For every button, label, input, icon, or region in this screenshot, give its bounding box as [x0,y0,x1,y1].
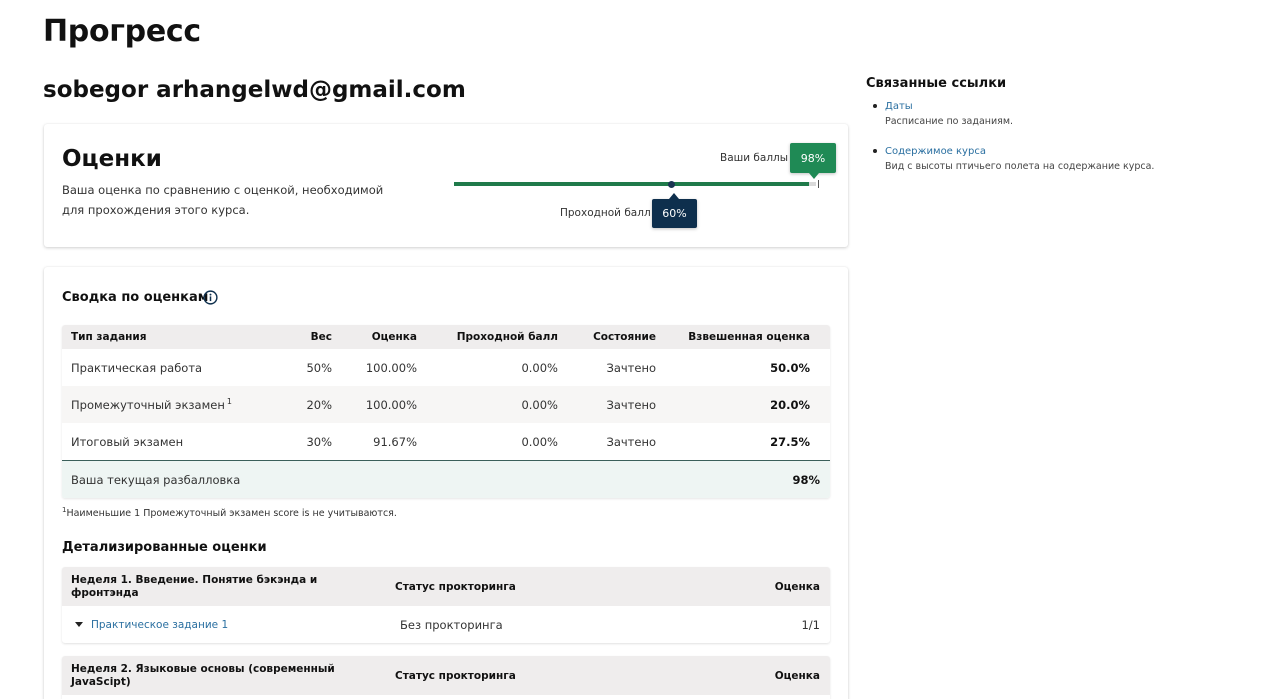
row-weighted: 27.5% [770,434,810,449]
passing-grade-tooltip: 60% [652,193,697,228]
total-row: Ваша текущая разбалловка 98% [62,460,830,498]
caret-down-icon[interactable] [75,622,83,627]
row-footnote-marker: 1 [226,397,232,407]
summary-footnote: 1Наименьшие 1 Промежуточный экзамен scor… [62,506,397,519]
related-link-item: Содержимое курса Вид с высоты птичьего п… [873,145,1154,175]
user-score-tooltip: 98% [790,143,836,179]
grades-title: Оценки [62,146,162,172]
row-weight: 50% [306,360,332,375]
row-weight: 30% [306,434,332,449]
week-section: Неделя 1. Введение. Понятие бэкэнда и фр… [62,567,830,643]
assignment-cell: Практическое задание 1 [62,619,386,631]
total-value: 98% [792,472,820,487]
row-type-cell: Промежуточный экзамен 1 [62,397,282,412]
assignment-grade: 1/1 [801,617,820,632]
page-title: Прогресс [43,14,201,49]
user-score-label: Ваши баллы [720,152,789,164]
footnote-text: Наименьшие 1 Промежуточный экзамен score… [66,508,397,520]
grade-bar-end-tick [818,180,819,188]
row-weighted: 20.0% [770,397,810,412]
proctoring-header: Статус прокторинга [395,580,516,593]
passing-grade-label: Проходной балл [560,207,651,219]
assignment-row: Практическое задание 1 Без прокторинга 1… [62,606,830,643]
header-assignment-type: Тип задания [71,331,147,343]
dates-link[interactable]: Даты [885,100,1154,113]
row-grade: 100.00% [365,397,417,412]
dates-description: Расписание по заданиям. [885,116,1014,127]
header-status: Состояние [593,331,656,343]
row-passing: 0.00% [521,360,558,375]
grade-header: Оценка [774,580,820,593]
week-header: Неделя 2. Языковые основы (современный J… [62,656,830,695]
passing-grade-marker [668,181,676,188]
header-weight: Вес [310,331,332,343]
table-header-row: Тип задания Вес Оценка Проходной балл Со… [62,325,830,349]
grade-progress-fill [454,182,809,186]
row-grade: 100.00% [365,360,417,375]
row-passing: 0.00% [521,397,558,412]
table-row: Итоговый экзамен 30% 91.67% 0.00% Зачтен… [62,423,830,460]
course-outline-description: Вид с высоты птичьего полета на содержан… [885,161,1155,172]
course-outline-link[interactable]: Содержимое курса [885,145,1154,158]
row-passing: 0.00% [521,434,558,449]
assignment-link[interactable]: Практическое задание 1 [91,619,228,631]
table-row: Промежуточный экзамен 1 20% 100.00% 0.00%… [62,386,830,423]
grade-header: Оценка [774,669,820,682]
grade-summary-table: Тип задания Вес Оценка Проходной балл Со… [62,325,830,498]
week-name: Неделя 2. Языковые основы (современный J… [71,662,335,688]
week-name: Неделя 1. Введение. Понятие бэкэнда и фр… [71,573,318,599]
header-passing-grade: Проходной балл [456,331,558,343]
row-weight: 20% [306,397,332,412]
related-link-item: Даты Расписание по заданиям. [873,100,1154,145]
row-weighted: 50.0% [770,360,810,375]
row-status: Зачтено [606,434,656,449]
table-row: Практическая работа 50% 100.00% 0.00% За… [62,349,830,386]
related-links-title: Связанные ссылки [866,76,1007,91]
week-section: Неделя 2. Языковые основы (современный J… [62,656,830,699]
grade-summary-card: Сводка по оценкам Тип задания Вес Оценка… [44,267,848,699]
summary-title: Сводка по оценкам [62,290,209,305]
row-type: Итоговый экзамен [71,434,184,449]
username: sobegor arhangelwd@gmail.com [43,77,466,103]
row-status: Зачтено [606,360,656,375]
assignment-proctoring: Без прокторинга [400,617,503,632]
total-label: Ваша текущая разбалловка [71,472,241,487]
row-grade: 91.67% [373,434,417,449]
row-type: Практическая работа [71,360,203,375]
row-type: Промежуточный экзамен [71,397,225,412]
row-status: Зачтено [606,397,656,412]
grades-description: Ваша оценка по сравнению с оценкой, необ… [62,183,384,217]
grades-card: Оценки Ваша оценка по сравнению с оценко… [44,124,848,247]
detailed-grades-title: Детализированные оценки [62,540,267,555]
proctoring-header: Статус прокторинга [395,669,516,682]
header-grade: Оценка [371,331,417,343]
header-weighted-grade: Взвешенная оценка [688,331,810,343]
info-icon[interactable] [203,290,218,305]
related-links-list: Даты Расписание по заданиям. Содержимое … [873,100,1154,175]
grade-progress-bar [454,182,816,186]
week-header: Неделя 1. Введение. Понятие бэкэнда и фр… [62,567,830,606]
